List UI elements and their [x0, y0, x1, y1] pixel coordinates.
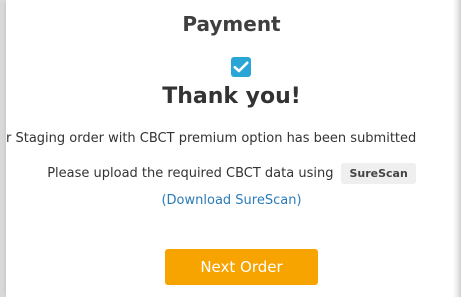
- surescan-tag: SureScan: [341, 163, 416, 184]
- checkmark-icon-glyph: [233, 61, 249, 73]
- checkmark-icon: [231, 57, 251, 77]
- screenshot-canvas: Payment Thank you! er Staging order with…: [0, 0, 461, 297]
- page-title: Payment: [182, 12, 281, 36]
- upload-instructions-text: Please upload the required CBCT data usi…: [47, 166, 334, 181]
- next-order-button[interactable]: Next Order: [165, 249, 318, 285]
- right-edge-shadow: [453, 0, 461, 297]
- order-submitted-message: er Staging order with CBCT premium optio…: [6, 131, 417, 146]
- upload-instructions: Please upload the required CBCT data usi…: [6, 163, 457, 184]
- thank-you-heading: Thank you!: [162, 84, 301, 109]
- payment-confirmation-panel: Payment Thank you! er Staging order with…: [6, 0, 457, 297]
- download-surescan-link[interactable]: (Download SureScan): [6, 193, 457, 208]
